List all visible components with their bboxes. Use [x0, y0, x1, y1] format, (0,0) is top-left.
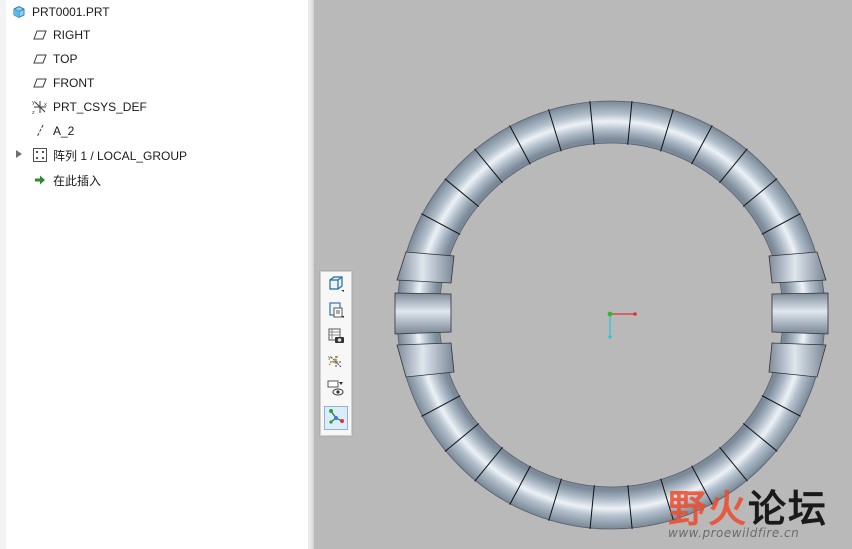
coordinate-system-triad	[607, 311, 637, 339]
tree-item-csys[interactable]: y x z PRT_CSYS_DEF	[0, 96, 300, 118]
tree-item-label: PRT_CSYS_DEF	[53, 100, 147, 114]
tree-item-label: FRONT	[53, 76, 95, 90]
tree-item-label: A_2	[53, 124, 75, 138]
tree-item-pattern[interactable]: 阵列 1 / LOCAL_GROUP	[0, 144, 300, 166]
node-network-icon	[327, 407, 345, 430]
datum-axis-icon	[32, 123, 48, 139]
expand-arrow-icon[interactable]	[16, 150, 22, 158]
left-ring-block	[394, 251, 455, 378]
coordinate-system-icon: y x z	[32, 99, 48, 115]
insert-here-arrow-icon	[32, 172, 48, 188]
cube-view-icon	[327, 275, 345, 298]
tree-item-part[interactable]: PRT0001.PRT	[0, 1, 300, 23]
view-manager-icon	[327, 301, 345, 324]
ring-model	[394, 100, 829, 530]
watermark-accent-text: 野火	[668, 487, 749, 531]
eye-filter-icon	[327, 379, 345, 402]
view-toolbar: y	[320, 271, 352, 436]
right-ring-block	[768, 251, 829, 378]
tree-item-label: TOP	[53, 52, 78, 66]
watermark-main-text: 论坛	[748, 487, 829, 531]
tree-item-label: 阵列 1 / LOCAL_GROUP	[53, 148, 188, 163]
datum-display-button[interactable]: y	[325, 353, 347, 375]
tree-item-front-plane[interactable]: FRONT	[0, 72, 300, 94]
datum-plane-icon	[32, 27, 48, 43]
tree-item-top-plane[interactable]: TOP	[0, 48, 300, 70]
datum-plane-icon	[32, 51, 48, 67]
svg-text:x: x	[44, 102, 47, 108]
svg-text:z: z	[32, 110, 35, 115]
visibility-button[interactable]	[325, 379, 347, 401]
tree-item-axis[interactable]: A_2	[0, 120, 300, 142]
annotation-display-button[interactable]	[324, 406, 348, 430]
watermark-url: www.proewildfire.cn	[668, 526, 800, 540]
forum-watermark: 野火论坛 www.proewildfire.cn	[664, 474, 849, 544]
camera-display-icon	[327, 327, 345, 350]
appearance-button[interactable]	[325, 327, 347, 349]
tree-item-insert-here[interactable]: 在此插入	[0, 169, 300, 191]
watermark-title: 野火论坛	[668, 478, 828, 533]
pattern-icon	[32, 147, 48, 163]
saved-views-button[interactable]	[325, 301, 347, 323]
svg-text:y: y	[328, 355, 331, 361]
datum-display-icon: y	[327, 353, 345, 376]
svg-text:y: y	[32, 100, 35, 106]
part-icon	[11, 4, 27, 20]
model-tree-panel: PRT0001.PRT RIGHT TOP FRONT y x z PRT_CS…	[0, 0, 308, 549]
saved-orientations-button[interactable]	[325, 275, 347, 297]
tree-item-label: RIGHT	[53, 28, 91, 42]
tree-item-label: 在此插入	[53, 173, 102, 188]
tree-item-label: PRT0001.PRT	[32, 5, 110, 19]
datum-plane-icon	[32, 75, 48, 91]
tree-item-right-plane[interactable]: RIGHT	[0, 24, 300, 46]
